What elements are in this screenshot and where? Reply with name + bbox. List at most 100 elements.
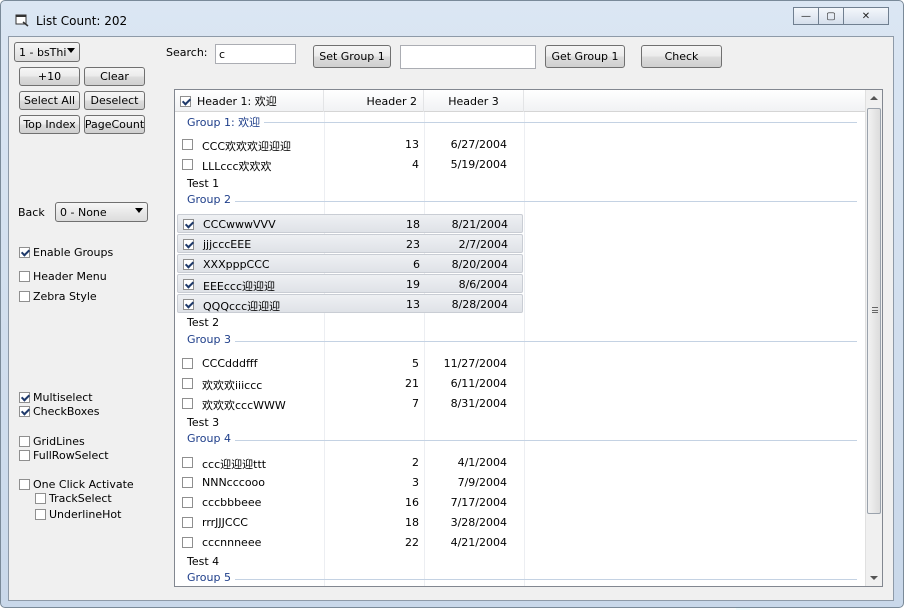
- back-label: Back: [18, 206, 45, 219]
- list-item[interactable]: rrrJJJCCC 18 3/28/2004: [177, 513, 523, 532]
- close-button[interactable]: ✕: [843, 7, 889, 25]
- header-menu-label: Header Menu: [33, 270, 107, 283]
- row-number: 7: [412, 397, 419, 410]
- list-item[interactable]: XXXpppCCC 6 8/20/2004: [177, 254, 523, 273]
- check-button[interactable]: Check: [641, 45, 722, 68]
- scroll-down-icon[interactable]: [870, 576, 878, 580]
- row-date: 8/21/2004: [451, 218, 508, 231]
- app-window-icon: [15, 14, 29, 27]
- top-index-button[interactable]: Top Index: [19, 115, 80, 134]
- row-number: 18: [405, 516, 419, 529]
- row-checkbox[interactable]: [183, 239, 194, 250]
- row-number: 2: [412, 456, 419, 469]
- row-checkbox[interactable]: [183, 259, 194, 270]
- search-input[interactable]: [215, 44, 296, 64]
- row-checkbox[interactable]: [182, 398, 193, 409]
- multiselect-checkbox[interactable]: Multiselect: [19, 391, 93, 404]
- checkboxes-checkbox[interactable]: CheckBoxes: [19, 405, 99, 418]
- list-item[interactable]: QQQccc迎迎迎 13 8/28/2004: [177, 294, 523, 313]
- underline-hot-checkbox[interactable]: UnderlineHot: [35, 508, 121, 521]
- row-number: 21: [405, 377, 419, 390]
- row-checkbox[interactable]: [182, 139, 193, 150]
- grip-icon: [872, 307, 878, 313]
- row-checkbox[interactable]: [183, 299, 194, 310]
- vertical-scrollbar[interactable]: [865, 90, 882, 586]
- select-all-button[interactable]: Select All: [19, 91, 80, 110]
- row-date: 5/19/2004: [450, 158, 507, 171]
- row-checkbox[interactable]: [182, 159, 193, 170]
- row-number: 13: [406, 298, 420, 311]
- enable-groups-checkbox[interactable]: Enable Groups: [19, 246, 113, 259]
- list-item[interactable]: EEEccc迎迎迎 19 8/6/2004: [177, 274, 523, 293]
- one-click-activate-checkbox[interactable]: One Click Activate: [19, 478, 134, 491]
- maximize-button[interactable]: ▢: [818, 7, 844, 25]
- row-checkbox[interactable]: [182, 517, 193, 528]
- row-name: ccc迎迎迎ttt: [202, 458, 267, 471]
- zebra-style-label: Zebra Style: [33, 290, 97, 303]
- list-item[interactable]: CCCwwwVVV 18 8/21/2004: [177, 214, 523, 233]
- list-item[interactable]: 欢欢欢cccWWW 7 8/31/2004: [177, 394, 523, 413]
- row-checkbox[interactable]: [182, 457, 193, 468]
- group-header[interactable]: Group 4: [187, 432, 857, 448]
- row-checkbox[interactable]: [182, 477, 193, 488]
- row-checkbox[interactable]: [182, 358, 193, 369]
- group-header[interactable]: Group 3: [187, 333, 857, 349]
- group-header[interactable]: Group 1: 欢迎: [187, 114, 857, 130]
- group-header[interactable]: Group 5: [187, 571, 857, 586]
- set-group-button[interactable]: Set Group 1: [313, 45, 391, 68]
- page-count-button[interactable]: PageCount: [84, 115, 145, 134]
- close-icon: ✕: [861, 10, 871, 22]
- row-date: 3/28/2004: [450, 516, 507, 529]
- title-bar[interactable]: List Count: 202 — ▢ ✕: [1, 1, 903, 37]
- row-checkbox[interactable]: [183, 219, 194, 230]
- main-window: List Count: 202 — ▢ ✕ 1 - bsThi +10 Clea…: [0, 0, 904, 608]
- row-name: CCCdddfff: [202, 357, 258, 370]
- row-checkbox[interactable]: [182, 497, 193, 508]
- row-name: rrrJJJCCC: [202, 516, 248, 529]
- list-item[interactable]: jjjcccEEE 23 2/7/2004: [177, 234, 523, 253]
- clear-button[interactable]: Clear: [84, 67, 145, 86]
- row-name: 欢欢欢iiiccc: [202, 379, 263, 392]
- group-header[interactable]: Group 2: [187, 193, 857, 209]
- get-group-button[interactable]: Get Group 1: [545, 45, 625, 68]
- scroll-thumb[interactable]: [867, 108, 881, 514]
- header-menu-checkbox[interactable]: Header Menu: [19, 270, 107, 283]
- zebra-style-checkbox[interactable]: Zebra Style: [19, 290, 97, 303]
- row-checkbox[interactable]: [182, 378, 193, 389]
- list-item[interactable]: LLLccc欢欢欢 4 5/19/2004: [177, 155, 523, 174]
- plus10-button[interactable]: +10: [19, 67, 80, 86]
- group-title: Group 3: [187, 333, 235, 346]
- list-view[interactable]: Header 1: 欢迎 Header 2 Header 3 Group 1: …: [174, 89, 883, 587]
- group-title: Group 4: [187, 432, 235, 445]
- group-footer: Test 2: [187, 316, 220, 329]
- row-checkbox[interactable]: [183, 279, 194, 290]
- group-input[interactable]: [400, 45, 536, 69]
- gridlines-checkbox[interactable]: GridLines: [19, 435, 85, 448]
- row-number: 5: [412, 357, 419, 370]
- header-col-1[interactable]: Header 1: 欢迎: [175, 90, 324, 112]
- row-checkbox[interactable]: [182, 537, 193, 548]
- deselect-button[interactable]: Deselect: [84, 91, 145, 110]
- row-number: 13: [405, 138, 419, 151]
- row-name: 欢欢欢cccWWW: [202, 399, 286, 412]
- header-col-3[interactable]: Header 3: [424, 90, 524, 112]
- style-combo[interactable]: 1 - bsThi: [14, 42, 80, 62]
- back-combo[interactable]: 0 - None: [55, 202, 148, 222]
- full-row-select-checkbox[interactable]: FullRowSelect: [19, 449, 109, 462]
- scroll-up-icon[interactable]: [870, 96, 878, 100]
- list-item[interactable]: ccc迎迎迎ttt 2 4/1/2004: [177, 453, 523, 472]
- list-item[interactable]: NNNcccooo 3 7/9/2004: [177, 473, 523, 492]
- list-item[interactable]: cccnnneee 22 4/21/2004: [177, 533, 523, 552]
- row-number: 16: [405, 496, 419, 509]
- header-checkbox[interactable]: [180, 95, 191, 107]
- list-item[interactable]: cccbbbeee 16 7/17/2004: [177, 493, 523, 512]
- minimize-button[interactable]: —: [793, 7, 819, 25]
- list-item[interactable]: CCC欢欢欢迎迎迎 13 6/27/2004: [177, 135, 523, 154]
- list-item[interactable]: 欢欢欢iiiccc 21 6/11/2004: [177, 374, 523, 393]
- row-name: LLLccc欢欢欢: [202, 160, 272, 173]
- search-label: Search:: [166, 46, 208, 59]
- list-item[interactable]: CCCdddfff 5 11/27/2004: [177, 354, 523, 373]
- row-number: 3: [412, 476, 419, 489]
- header-col-2[interactable]: Header 2: [324, 90, 424, 112]
- track-select-checkbox[interactable]: TrackSelect: [35, 492, 112, 505]
